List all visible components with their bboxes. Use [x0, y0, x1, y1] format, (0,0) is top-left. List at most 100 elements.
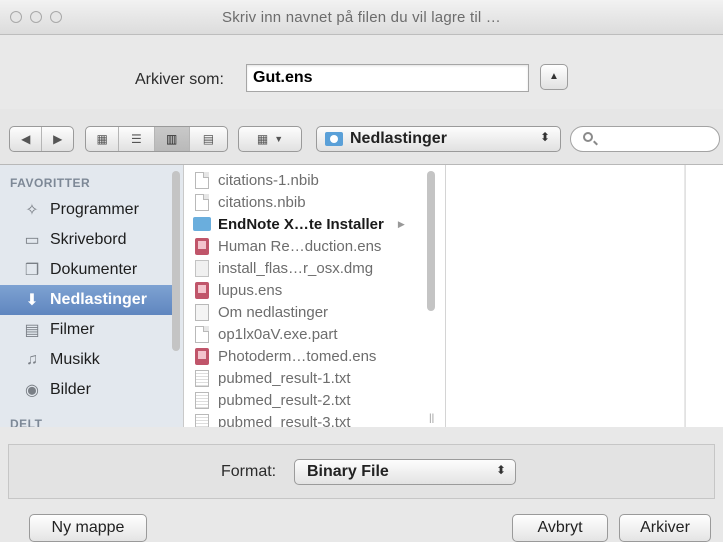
document-icon	[195, 193, 209, 211]
window-title: Skriv inn navnet på filen du vil lagre t…	[222, 9, 501, 26]
back-arrow-icon: ◀	[21, 132, 31, 146]
new-folder-button[interactable]: Ny mappe	[29, 514, 147, 542]
column-view-button[interactable]: ▥	[154, 127, 190, 151]
folder-item[interactable]: EndNote X…te Installer ▶	[184, 213, 434, 235]
coverflow-icon: ▤	[202, 132, 215, 146]
applications-icon: ✧	[25, 202, 39, 219]
info-file-icon	[195, 303, 209, 321]
downloads-icon: ⬇	[25, 292, 39, 309]
history-nav: ◀ ▶	[9, 126, 74, 152]
sidebar-item-programmer[interactable]: ✧ Programmer	[0, 196, 172, 224]
movies-icon: ▤	[24, 322, 40, 339]
shared-header: DELT	[10, 417, 43, 427]
file-name: pubmed_result-2.txt	[218, 391, 351, 409]
file-item[interactable]: pubmed_result-1.txt	[184, 367, 434, 389]
favorites-header: FAVORITTER	[10, 176, 91, 190]
chevron-down-icon: ▼	[274, 134, 284, 144]
file-item[interactable]: citations.nbib	[184, 191, 434, 213]
file-item[interactable]: Human Re…duction.ens	[184, 235, 434, 257]
file-item[interactable]: pubmed_result-3.txt	[184, 411, 434, 427]
sidebar-item-label: Programmer	[50, 201, 139, 218]
text-file-icon	[195, 391, 209, 409]
back-button[interactable]: ◀	[10, 127, 43, 151]
sidebar: FAVORITTER ✧ Programmer ▭ Skrivebord ❒ D…	[0, 165, 184, 427]
file-name: Om nedlastinger	[218, 303, 329, 321]
disk-image-icon	[195, 259, 209, 277]
sidebar-item-label: Filmer	[50, 321, 95, 338]
sidebar-scrollbar[interactable]	[172, 171, 180, 351]
list-view-button[interactable]: ☰	[119, 127, 155, 151]
file-name: pubmed_result-3.txt	[218, 413, 351, 428]
empty-column	[446, 165, 684, 427]
collapse-dialog-button[interactable]: ▲	[540, 64, 568, 90]
disclosure-arrow-icon: ▶	[397, 218, 405, 229]
file-column-scrollbar[interactable]	[427, 171, 435, 311]
sidebar-item-label: Musikk	[50, 351, 100, 368]
columns-icon: ▥	[166, 132, 178, 146]
sidebar-item-musikk[interactable]: ♫ Musikk	[0, 346, 172, 374]
folder-icon	[193, 217, 211, 231]
sidebar-item-bilder[interactable]: ◉ Bilder	[0, 376, 172, 404]
forward-button[interactable]: ▶	[42, 127, 73, 151]
file-name: Photoderm…tomed.ens	[218, 347, 377, 365]
format-popup[interactable]: Binary File ⬍	[294, 459, 516, 485]
save-as-row: Arkiver som: ▲	[0, 35, 723, 109]
format-value: Binary File	[307, 463, 389, 480]
chevron-up-icon: ▲	[549, 71, 559, 82]
pictures-icon: ◉	[25, 382, 39, 399]
file-item[interactable]: lupus.ens	[184, 279, 434, 301]
documents-icon: ❒	[24, 262, 40, 279]
file-item[interactable]: Photoderm…tomed.ens	[184, 345, 434, 367]
sidebar-item-nedlastinger[interactable]: ⬇ Nedlastinger	[0, 285, 172, 315]
document-icon	[195, 325, 209, 343]
file-name: op1lx0aV.exe.part	[218, 325, 338, 343]
file-name: pubmed_result-1.txt	[218, 369, 351, 387]
save-button[interactable]: Arkiver	[619, 514, 711, 542]
file-name: citations.nbib	[218, 193, 306, 211]
file-name: lupus.ens	[218, 281, 283, 299]
save-as-label: Arkiver som:	[135, 71, 224, 88]
file-column: citations-1.nbib citations.nbib EndNote …	[184, 165, 446, 427]
sidebar-item-label: Bilder	[50, 381, 91, 398]
cancel-button[interactable]: Avbryt	[512, 514, 608, 542]
search-field[interactable]	[570, 126, 720, 152]
file-item[interactable]: citations-1.nbib	[184, 169, 434, 191]
file-item[interactable]: install_flas…r_osx.dmg	[184, 257, 434, 279]
search-icon	[583, 132, 593, 142]
arrange-grid-icon: ▦	[256, 132, 269, 146]
browser-toolbar: ◀ ▶ ▦ ☰ ▥ ▤ ▦ ▼ Nedlastinger ⬍	[0, 109, 723, 165]
file-item[interactable]: Om nedlastinger	[184, 301, 434, 323]
forward-arrow-icon: ▶	[53, 132, 63, 146]
format-label: Format:	[221, 463, 277, 480]
downloads-folder-icon	[325, 132, 343, 146]
sidebar-item-label: Nedlastinger	[50, 291, 147, 308]
updown-arrows-icon: ⬍	[539, 130, 550, 144]
sidebar-item-skrivebord[interactable]: ▭ Skrivebord	[0, 226, 172, 254]
file-name: EndNote X…te Installer	[218, 215, 384, 233]
format-panel: Format: Binary File ⬍	[8, 444, 715, 499]
file-item[interactable]: pubmed_result-2.txt	[184, 389, 434, 411]
view-mode-selector: ▦ ☰ ▥ ▤	[85, 126, 228, 152]
sidebar-item-filmer[interactable]: ▤ Filmer	[0, 316, 172, 344]
location-popup[interactable]: Nedlastinger ⬍	[316, 126, 561, 152]
music-icon: ♫	[26, 351, 38, 368]
coverflow-view-button[interactable]: ▤	[190, 127, 227, 151]
sidebar-item-label: Skrivebord	[50, 231, 127, 248]
icon-view-button[interactable]: ▦	[86, 127, 120, 151]
list-icon: ☰	[131, 132, 142, 146]
arrange-menu-button[interactable]: ▦ ▼	[238, 126, 302, 152]
sidebar-item-dokumenter[interactable]: ❒ Dokumenter	[0, 256, 172, 284]
file-item[interactable]: op1lx0aV.exe.part	[184, 323, 434, 345]
filename-input[interactable]	[246, 64, 529, 92]
document-icon	[195, 171, 209, 189]
file-name: citations-1.nbib	[218, 171, 319, 189]
endnote-file-icon	[195, 347, 209, 365]
updown-arrows-icon: ⬍	[495, 463, 506, 477]
file-name: install_flas…r_osx.dmg	[218, 259, 374, 277]
column-resize-handle[interactable]: ||	[429, 413, 434, 424]
sidebar-item-label: Dokumenter	[50, 261, 138, 278]
text-file-icon	[195, 413, 209, 427]
location-label: Nedlastinger	[350, 130, 447, 147]
empty-column	[685, 165, 723, 427]
title-bar: Skriv inn navnet på filen du vil lagre t…	[0, 0, 723, 35]
